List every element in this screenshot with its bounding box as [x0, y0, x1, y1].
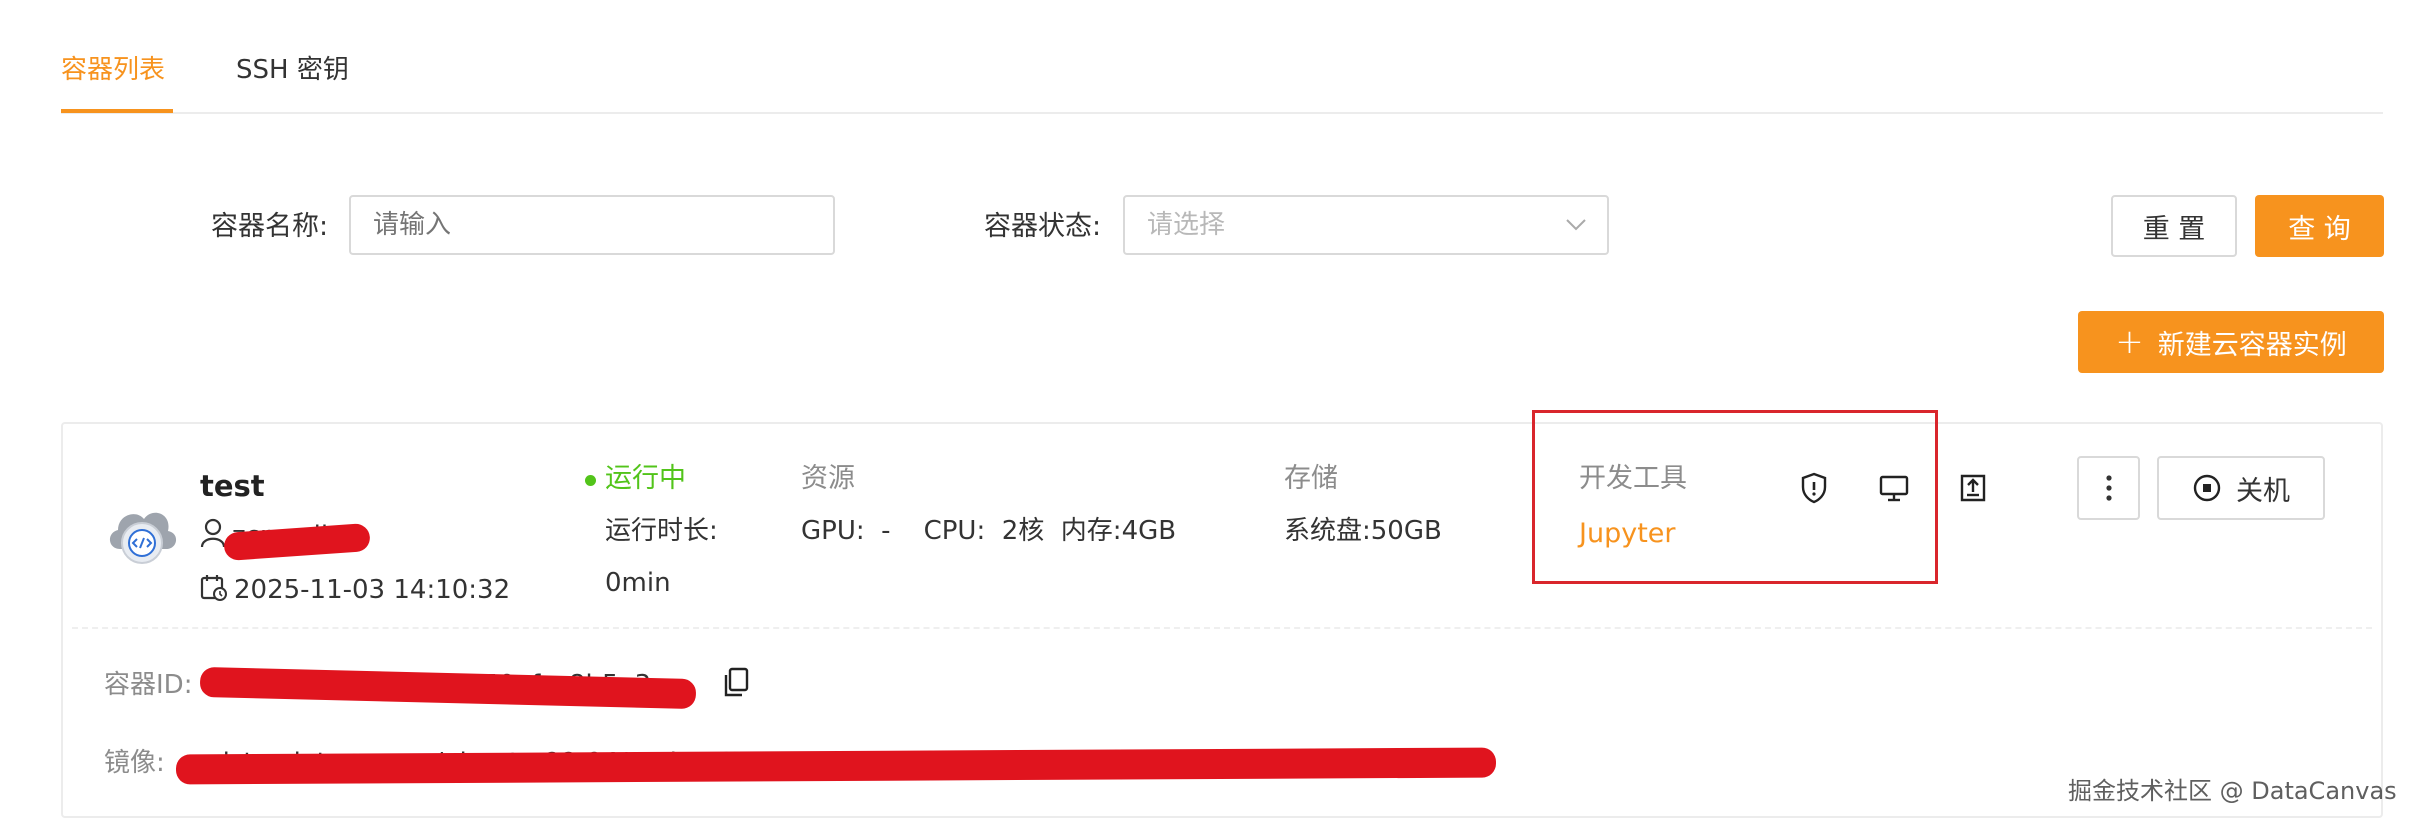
container-avatar — [102, 493, 182, 573]
storage-label: 存储 — [1284, 463, 1338, 494]
container-name: test — [200, 469, 265, 503]
container-status-select[interactable]: 请选择 — [1123, 195, 1609, 255]
container-status-label: 容器状态: — [984, 211, 1102, 242]
create-container-button[interactable]: + 新建云容器实例 — [2078, 311, 2384, 373]
card-divider — [72, 627, 2372, 629]
status-text: 运行中 — [605, 463, 686, 494]
container-name-label: 容器名称: — [211, 211, 329, 242]
status-placeholder: 请选择 — [1147, 210, 1226, 240]
chevron-down-icon — [1565, 197, 1587, 273]
status-dot — [585, 475, 596, 486]
more-options-button[interactable] — [2077, 456, 2140, 520]
container-name-input[interactable] — [349, 195, 835, 255]
tab-ssh-keys[interactable]: SSH 密钥 — [236, 52, 349, 88]
tab-divider — [61, 112, 2383, 114]
resources-value: GPU: - CPU: 2核 内存:4GB — [801, 516, 1177, 546]
calendar-clock-icon — [200, 573, 228, 607]
shutdown-label: 关机 — [2236, 475, 2290, 507]
storage-value: 系统盘:50GB — [1284, 516, 1442, 546]
image-label: 镜像: — [104, 748, 165, 778]
runtime-label: 运行时长: — [605, 516, 718, 546]
active-tab-indicator — [61, 109, 173, 113]
container-id-label: 容器ID: — [104, 670, 193, 700]
copy-icon[interactable] — [722, 666, 750, 702]
shutdown-button[interactable]: 关机 — [2157, 456, 2325, 520]
user-icon — [200, 518, 226, 552]
resources-label: 资源 — [801, 463, 855, 494]
stop-icon — [2193, 474, 2221, 502]
create-container-label: 新建云容器实例 — [2157, 329, 2347, 361]
watermark: 掘金技术社区 @ DataCanvas — [2068, 777, 2397, 805]
tab-container-list[interactable]: 容器列表 — [61, 52, 165, 88]
search-button[interactable]: 查 询 — [2255, 195, 2384, 257]
vertical-dots-icon — [2105, 475, 2112, 501]
reset-button[interactable]: 重 置 — [2111, 195, 2237, 257]
highlight-box — [1532, 410, 1938, 584]
created-at: 2025-11-03 14:10:32 — [234, 575, 511, 605]
upload-icon[interactable] — [1943, 458, 2003, 518]
plus-icon: + — [2115, 322, 2144, 362]
runtime-value: 0min — [605, 568, 671, 598]
